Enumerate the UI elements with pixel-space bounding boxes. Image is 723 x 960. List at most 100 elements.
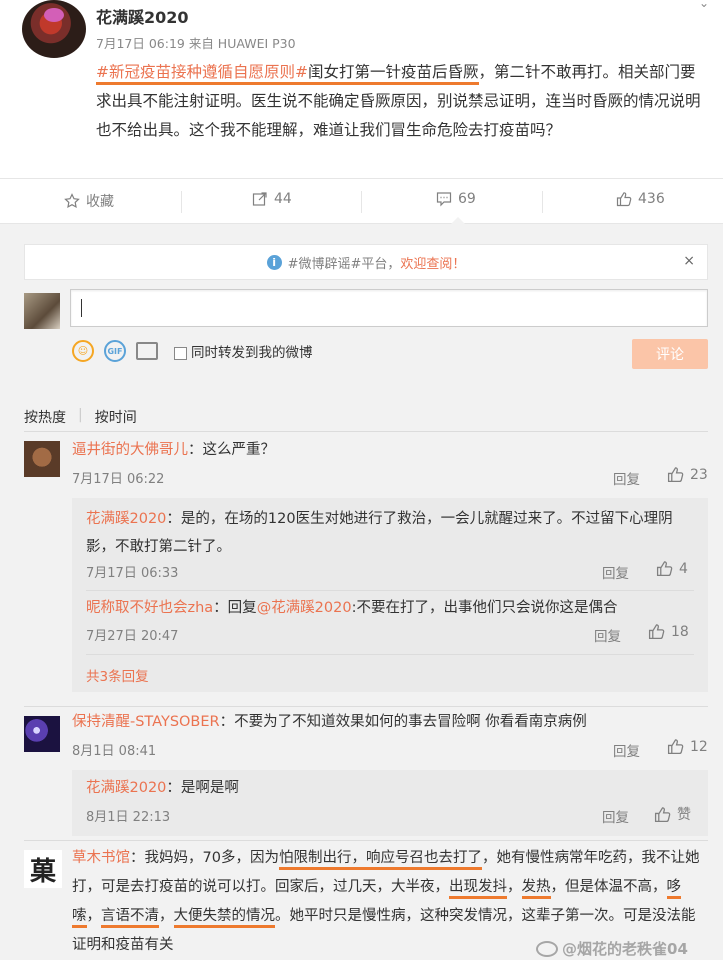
comment-body: ，但是体温不高，	[550, 879, 667, 895]
comment-like-button[interactable]: 23	[667, 466, 708, 483]
also-forward-checkbox[interactable]	[174, 346, 187, 360]
watermark: @烟花的老秩雀04	[536, 938, 688, 959]
divider	[24, 840, 708, 841]
comment-body: 。她平时只是慢性病，这种突发情况，这辈子第一次。可是没法能	[275, 908, 696, 924]
comment-highlight: 发热	[521, 879, 551, 899]
subreply-like-button[interactable]: 赞	[654, 804, 691, 824]
divider	[24, 431, 708, 432]
image-icon[interactable]	[136, 342, 158, 360]
sort-tabs: 按热度 | 按时间	[24, 407, 137, 427]
comment-like-count: 12	[690, 738, 708, 755]
commenter-name[interactable]: 草木书馆	[72, 850, 130, 866]
subreply-body: :不要在打了，出事他们只会说你这是偶合	[351, 600, 618, 616]
comment-text: 保持清醒-STAYSOBER：不要为了不知道效果如何的事去冒险啊 你看看南京病例	[72, 710, 587, 734]
comment-button[interactable]: 69	[436, 191, 476, 207]
comment-highlight: 嗦	[72, 908, 87, 928]
subreply-like-label: 赞	[677, 807, 691, 823]
text-caret	[81, 299, 82, 317]
favorite-button[interactable]: 收藏	[64, 191, 114, 211]
comment-highlight: 言语不清	[101, 908, 159, 928]
comment-icon	[436, 192, 452, 207]
commenter-name[interactable]: 逼井街的大佛哥儿	[72, 442, 188, 458]
author-avatar[interactable]	[22, 0, 86, 58]
comment-body: ，	[159, 908, 174, 924]
weibo-post: 花满蹊2020 ⌄ 7月17日 06:19 来自 HUAWEI P30 #新冠疫…	[0, 0, 723, 178]
star-icon	[64, 193, 80, 209]
comment-body: ：不要为了不知道效果如何的事去冒险啊 你看看南京病例	[219, 714, 587, 730]
comment-body: 打，可是去打疫苗的说可以打。回家后，过几天，大半夜，	[72, 879, 449, 895]
forward-button[interactable]: 44	[252, 191, 292, 207]
watermark-text: @烟花的老秩雀04	[562, 940, 688, 958]
subreplies-box: 花满蹊2020：是的，在场的120医生对她进行了救治，一会儿就醒过来了。不过留下…	[72, 498, 708, 692]
thumbs-up-icon	[616, 192, 632, 207]
subreply-like-count: 18	[671, 623, 689, 640]
active-tab-caret	[451, 217, 465, 224]
divider	[24, 706, 708, 707]
commenter-name[interactable]: 保持清醒-STAYSOBER	[72, 714, 220, 730]
divider	[86, 590, 694, 591]
thumbs-up-icon	[667, 467, 684, 483]
comment-count: 69	[458, 191, 476, 207]
thumbs-up-icon	[654, 806, 671, 822]
reply-button[interactable]: 回复	[602, 806, 629, 826]
subreplies-box: 花满蹊2020：是啊是啊 8月1日 22:13 回复 赞	[72, 770, 708, 836]
more-replies-link[interactable]: 共3条回复	[86, 665, 149, 685]
composer-toolbar: ☺ GIF 同时转发到我的微博	[72, 340, 313, 362]
also-forward-option[interactable]: 同时转发到我的微博	[168, 341, 313, 361]
divider	[361, 191, 362, 213]
subreply-pre: ：回复	[213, 600, 257, 616]
reply-button[interactable]: 回复	[613, 740, 640, 760]
comments-section: i #微博辟谣#平台， 欢迎查阅！ × ☺ GIF 同时转发到我的微博 评论 按热…	[0, 224, 723, 960]
comment-time: 7月17日 06:22	[72, 472, 165, 487]
comment-highlight: 大便失禁的情况	[173, 908, 275, 928]
post-hashtag[interactable]: #新冠疫苗接种遵循自愿原则#	[96, 63, 308, 85]
submit-comment-button[interactable]: 评论	[632, 339, 708, 369]
emoji-icon[interactable]: ☺	[72, 340, 94, 362]
comment-text: 逼井街的大佛哥儿：这么严重？	[72, 438, 275, 462]
comment-body: ：我妈妈，70多，因为	[130, 850, 279, 866]
subreply-name[interactable]: 花满蹊2020	[86, 780, 166, 796]
notice-hashtag[interactable]: #微博辟谣#平台，	[288, 253, 401, 272]
reply-button[interactable]: 回复	[594, 625, 621, 645]
close-icon[interactable]: ×	[683, 253, 695, 269]
commenter-avatar[interactable]: 菓	[24, 850, 62, 888]
author-name[interactable]: 花满蹊2020	[96, 4, 189, 28]
rumor-notice-banner: i #微博辟谣#平台， 欢迎查阅！ ×	[24, 244, 708, 280]
comment-line: 打，可是去打疫苗的说可以打。回家后，过几天，大半夜，出现发抖，发热，但是体温不高…	[72, 873, 712, 902]
comment-highlight: 出现发抖	[449, 879, 507, 899]
gif-icon[interactable]: GIF	[104, 340, 126, 362]
sort-separator: |	[78, 407, 83, 423]
divider	[542, 191, 543, 213]
chevron-down-icon[interactable]: ⌄	[699, 0, 713, 10]
reply-button[interactable]: 回复	[602, 562, 629, 582]
sort-by-time[interactable]: 按时间	[95, 407, 137, 427]
info-icon: i	[266, 254, 282, 270]
weibo-logo-icon	[536, 940, 558, 957]
subreply-time: 7月27日 20:47	[86, 629, 179, 644]
comment-like-button[interactable]: 12	[667, 738, 708, 755]
also-forward-label: 同时转发到我的微博	[191, 345, 313, 361]
comment-like-count: 23	[690, 466, 708, 483]
reply-button[interactable]: 回复	[613, 468, 640, 488]
subreply-body: ：是啊是啊	[166, 780, 239, 796]
comment-time: 8月1日 08:41	[72, 744, 157, 759]
post-action-bar: 收藏 44 69 436	[0, 178, 723, 224]
comment-body: ，她有慢性病常年吃药，我不让她	[481, 850, 700, 866]
subreply-name[interactable]: 花满蹊2020	[86, 511, 166, 527]
subreply-body: ：是的，在场的120医生对她进行了救治，一会儿就醒过来了。不过留下心理阴影，不敢…	[86, 511, 673, 555]
subreply-like-button[interactable]: 18	[648, 623, 689, 640]
comment-body: 证明和疫苗有关	[72, 937, 174, 953]
commenter-avatar[interactable]	[24, 441, 60, 477]
subreply-like-button[interactable]: 4	[656, 560, 688, 577]
comment-input[interactable]	[70, 289, 708, 327]
sort-by-hot[interactable]: 按热度	[24, 407, 66, 427]
subreply-name[interactable]: 昵称取不好也会zha	[86, 600, 213, 616]
mention-link[interactable]: @花满蹊2020	[257, 600, 352, 616]
like-button[interactable]: 436	[616, 191, 665, 207]
subreply-text: 花满蹊2020：是啊是啊	[86, 776, 239, 800]
comment-highlight: 怕限制出行，响应号召也去打了	[278, 850, 482, 870]
like-count: 436	[638, 191, 665, 207]
commenter-avatar[interactable]	[24, 716, 60, 752]
notice-welcome[interactable]: 欢迎查阅！	[400, 253, 465, 272]
subreply-text: 昵称取不好也会zha：回复@花满蹊2020:不要在打了，出事他们只会说你这是偶合	[86, 596, 698, 620]
